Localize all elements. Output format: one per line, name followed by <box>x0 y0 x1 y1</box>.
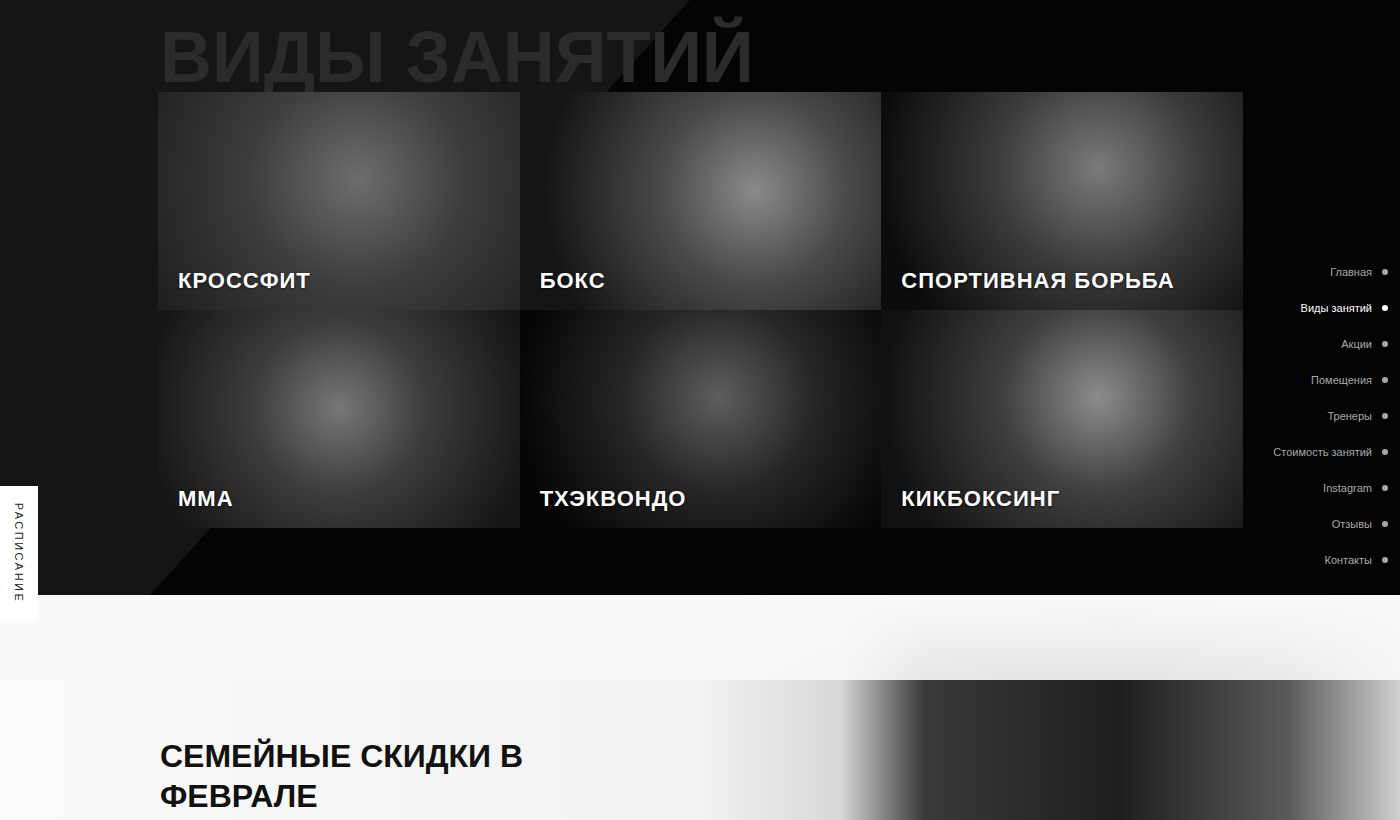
nav-label: Акции <box>1341 338 1372 350</box>
class-card[interactable]: КРОССФИТ <box>158 92 520 310</box>
classes-grid: КРОССФИТ БОКС СПОРТИВНАЯ БОРЬБА ММА ТХЭКВОНД… <box>158 92 1243 528</box>
nav-item[interactable]: Главная <box>1330 254 1388 290</box>
nav-label: Instagram <box>1323 482 1372 494</box>
nav-dot-icon <box>1382 377 1388 383</box>
class-card[interactable]: СПОРТИВНАЯ БОРЬБА <box>881 92 1243 310</box>
promo-section: СЕМЕЙНЫЕ СКИДКИ В ФЕВРАЛЕ <box>0 595 1400 820</box>
nav-label: Отзывы <box>1332 518 1372 530</box>
nav-item[interactable]: Акции <box>1341 326 1388 362</box>
nav-item[interactable]: Отзывы <box>1332 506 1388 542</box>
section-heading: ВИДЫ ЗАНЯТИЙ <box>158 22 1243 92</box>
nav-item[interactable]: Виды занятий <box>1301 290 1388 326</box>
schedule-label: РАСПИСАНИЕ <box>13 503 25 604</box>
nav-dot-icon <box>1382 269 1388 275</box>
nav-dot-icon <box>1382 413 1388 419</box>
nav-label: Виды занятий <box>1301 302 1372 314</box>
nav-dot-icon <box>1382 449 1388 455</box>
nav-label: Стоимость занятий <box>1273 446 1372 458</box>
side-nav: Главная Виды занятий Акции Помещения Тренеры… <box>1273 254 1388 578</box>
nav-item[interactable]: Instagram <box>1323 470 1388 506</box>
class-label: ММА <box>178 486 234 512</box>
nav-dot-icon <box>1382 521 1388 527</box>
nav-label: Тренеры <box>1327 410 1372 422</box>
schedule-tab[interactable]: РАСПИСАНИЕ <box>0 486 38 620</box>
class-card[interactable]: БОКС <box>520 92 882 310</box>
nav-dot-icon <box>1382 557 1388 563</box>
promo-title: СЕМЕЙНЫЕ СКИДКИ В ФЕВРАЛЕ <box>160 736 580 816</box>
class-card[interactable]: КИКБОКСИНГ <box>881 310 1243 528</box>
class-label: КРОССФИТ <box>178 268 311 294</box>
nav-dot-icon <box>1382 305 1388 311</box>
nav-label: Главная <box>1330 266 1372 278</box>
nav-item[interactable]: Помещения <box>1311 362 1388 398</box>
class-card[interactable]: ТХЭКВОНДО <box>520 310 882 528</box>
class-label: ТХЭКВОНДО <box>540 486 687 512</box>
class-card[interactable]: ММА <box>158 310 520 528</box>
nav-item[interactable]: Стоимость занятий <box>1273 434 1388 470</box>
classes-section: ВИДЫ ЗАНЯТИЙ КРОССФИТ БОКС СПОРТИВНАЯ БОРЬ… <box>0 0 1400 595</box>
class-label: КИКБОКСИНГ <box>901 486 1060 512</box>
class-label: СПОРТИВНАЯ БОРЬБА <box>901 268 1174 294</box>
nav-label: Помещения <box>1311 374 1372 386</box>
nav-label: Контакты <box>1324 554 1372 566</box>
nav-dot-icon <box>1382 341 1388 347</box>
nav-dot-icon <box>1382 485 1388 491</box>
class-label: БОКС <box>540 268 606 294</box>
nav-item[interactable]: Тренеры <box>1327 398 1388 434</box>
nav-item[interactable]: Контакты <box>1324 542 1388 578</box>
